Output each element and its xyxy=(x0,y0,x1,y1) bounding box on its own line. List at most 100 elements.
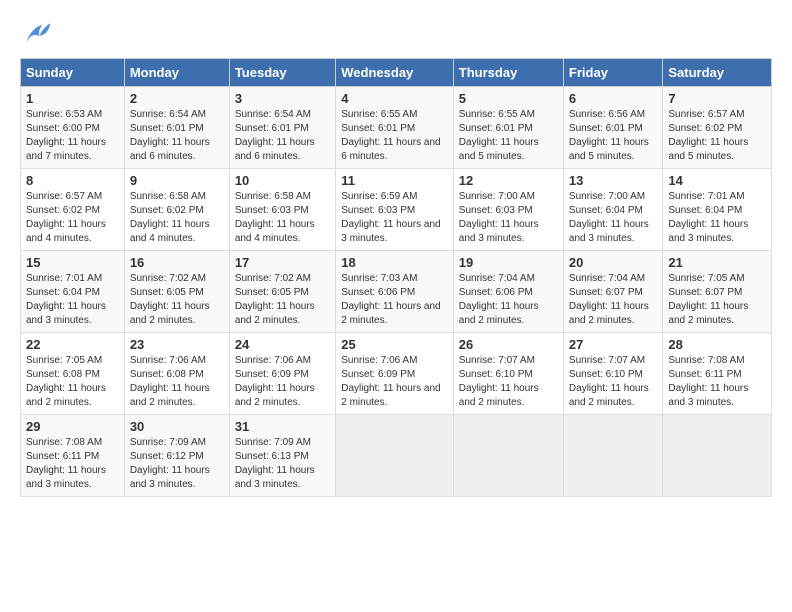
calendar-cell: 13Sunrise: 7:00 AMSunset: 6:04 PMDayligh… xyxy=(563,169,662,251)
calendar-cell: 16 Sunrise: 7:02 AMSunset: 6:05 PMDayligh… xyxy=(124,251,229,333)
day-info: Sunrise: 7:06 AMSunset: 6:08 PMDaylight:… xyxy=(130,354,224,410)
calendar-cell: 19Sunrise: 7:04 AMSunset: 6:06 PMDayligh… xyxy=(453,251,563,333)
day-info: Sunrise: 7:00 AMSunset: 6:03 PMDaylight:… xyxy=(459,190,558,246)
calendar-cell xyxy=(563,415,662,497)
day-number: 25 xyxy=(341,337,448,352)
calendar-cell xyxy=(336,415,454,497)
calendar-cell: 26 Sunrise: 7:07 AMSunset: 6:10 PMDayligh… xyxy=(453,333,563,415)
day-info: Sunrise: 6:58 AMSunset: 6:03 PMDaylight:… xyxy=(235,190,330,246)
day-number: 17 xyxy=(235,255,330,270)
day-number: 12 xyxy=(459,173,558,188)
calendar-cell: 9 Sunrise: 6:58 AMSunset: 6:02 PMDaylight… xyxy=(124,169,229,251)
calendar-cell: 28 Sunrise: 7:08 AMSunset: 6:11 PMDayligh… xyxy=(663,333,772,415)
calendar-cell: 18 Sunrise: 7:03 AMSunset: 6:06 PMDayligh… xyxy=(336,251,454,333)
day-info: Sunrise: 7:09 AMSunset: 6:12 PMDaylight:… xyxy=(130,436,224,492)
day-info: Sunrise: 6:59 AMSunset: 6:03 PMDaylight:… xyxy=(341,190,448,246)
calendar-week-row: 22 Sunrise: 7:05 AMSunset: 6:08 PMDayligh… xyxy=(21,333,772,415)
day-info: Sunrise: 7:07 AMSunset: 6:10 PMDaylight:… xyxy=(459,354,558,410)
day-info: Sunrise: 7:02 AMSunset: 6:05 PMDaylight:… xyxy=(130,272,224,328)
day-number: 7 xyxy=(668,91,766,106)
logo-icon xyxy=(20,20,52,48)
calendar-week-row: 15 Sunrise: 7:01 AMSunset: 6:04 PMDayligh… xyxy=(21,251,772,333)
day-info: Sunrise: 6:56 AMSunset: 6:01 PMDaylight:… xyxy=(569,108,657,164)
day-number: 15 xyxy=(26,255,119,270)
calendar-week-row: 1Sunrise: 6:53 AMSunset: 6:00 PMDaylight… xyxy=(21,87,772,169)
calendar-cell xyxy=(453,415,563,497)
calendar-cell: 6Sunrise: 6:56 AMSunset: 6:01 PMDaylight… xyxy=(563,87,662,169)
day-info: Sunrise: 6:57 AMSunset: 6:02 PMDaylight:… xyxy=(26,190,119,246)
day-info: Sunrise: 6:54 AMSunset: 6:01 PMDaylight:… xyxy=(235,108,330,164)
day-number: 28 xyxy=(668,337,766,352)
calendar-week-row: 8 Sunrise: 6:57 AMSunset: 6:02 PMDaylight… xyxy=(21,169,772,251)
calendar-cell: 31 Sunrise: 7:09 AMSunset: 6:13 PMDayligh… xyxy=(229,415,335,497)
day-info: Sunrise: 7:06 AMSunset: 6:09 PMDaylight:… xyxy=(341,354,448,410)
calendar-cell: 2Sunrise: 6:54 AMSunset: 6:01 PMDaylight… xyxy=(124,87,229,169)
page-header xyxy=(20,20,772,48)
day-info: Sunrise: 7:05 AMSunset: 6:07 PMDaylight:… xyxy=(668,272,766,328)
day-header-thursday: Thursday xyxy=(453,59,563,87)
day-header-saturday: Saturday xyxy=(663,59,772,87)
day-info: Sunrise: 7:08 AMSunset: 6:11 PMDaylight:… xyxy=(668,354,766,410)
day-number: 21 xyxy=(668,255,766,270)
calendar-cell: 29 Sunrise: 7:08 AMSunset: 6:11 PMDayligh… xyxy=(21,415,125,497)
day-info: Sunrise: 7:05 AMSunset: 6:08 PMDaylight:… xyxy=(26,354,119,410)
calendar-cell: 30 Sunrise: 7:09 AMSunset: 6:12 PMDayligh… xyxy=(124,415,229,497)
calendar-table: SundayMondayTuesdayWednesdayThursdayFrid… xyxy=(20,58,772,497)
calendar-cell: 21 Sunrise: 7:05 AMSunset: 6:07 PMDayligh… xyxy=(663,251,772,333)
logo xyxy=(20,20,56,48)
calendar-cell: 25 Sunrise: 7:06 AMSunset: 6:09 PMDayligh… xyxy=(336,333,454,415)
day-info: Sunrise: 7:01 AMSunset: 6:04 PMDaylight:… xyxy=(26,272,119,328)
day-number: 30 xyxy=(130,419,224,434)
day-info: Sunrise: 7:08 AMSunset: 6:11 PMDaylight:… xyxy=(26,436,119,492)
day-info: Sunrise: 7:03 AMSunset: 6:06 PMDaylight:… xyxy=(341,272,448,328)
calendar-cell: 23 Sunrise: 7:06 AMSunset: 6:08 PMDayligh… xyxy=(124,333,229,415)
day-number: 3 xyxy=(235,91,330,106)
day-info: Sunrise: 7:07 AMSunset: 6:10 PMDaylight:… xyxy=(569,354,657,410)
day-info: Sunrise: 6:55 AMSunset: 6:01 PMDaylight:… xyxy=(341,108,448,164)
day-number: 19 xyxy=(459,255,558,270)
day-number: 29 xyxy=(26,419,119,434)
calendar-cell xyxy=(663,415,772,497)
calendar-cell: 5 Sunrise: 6:55 AMSunset: 6:01 PMDaylight… xyxy=(453,87,563,169)
day-info: Sunrise: 7:04 AMSunset: 6:07 PMDaylight:… xyxy=(569,272,657,328)
day-info: Sunrise: 6:55 AMSunset: 6:01 PMDaylight:… xyxy=(459,108,558,164)
calendar-cell: 3 Sunrise: 6:54 AMSunset: 6:01 PMDaylight… xyxy=(229,87,335,169)
day-number: 10 xyxy=(235,173,330,188)
day-number: 1 xyxy=(26,91,119,106)
day-info: Sunrise: 7:00 AMSunset: 6:04 PMDaylight:… xyxy=(569,190,657,246)
day-number: 31 xyxy=(235,419,330,434)
day-number: 9 xyxy=(130,173,224,188)
calendar-cell: 24 Sunrise: 7:06 AMSunset: 6:09 PMDayligh… xyxy=(229,333,335,415)
day-header-wednesday: Wednesday xyxy=(336,59,454,87)
calendar-cell: 17 Sunrise: 7:02 AMSunset: 6:05 PMDayligh… xyxy=(229,251,335,333)
day-info: Sunrise: 7:09 AMSunset: 6:13 PMDaylight:… xyxy=(235,436,330,492)
calendar-cell: 15 Sunrise: 7:01 AMSunset: 6:04 PMDayligh… xyxy=(21,251,125,333)
day-header-sunday: Sunday xyxy=(21,59,125,87)
day-number: 24 xyxy=(235,337,330,352)
day-number: 8 xyxy=(26,173,119,188)
day-number: 5 xyxy=(459,91,558,106)
day-number: 4 xyxy=(341,91,448,106)
day-number: 11 xyxy=(341,173,448,188)
calendar-cell: 22 Sunrise: 7:05 AMSunset: 6:08 PMDayligh… xyxy=(21,333,125,415)
calendar-cell: 27 Sunrise: 7:07 AMSunset: 6:10 PMDayligh… xyxy=(563,333,662,415)
day-number: 14 xyxy=(668,173,766,188)
calendar-cell: 11 Sunrise: 6:59 AMSunset: 6:03 PMDayligh… xyxy=(336,169,454,251)
day-header-friday: Friday xyxy=(563,59,662,87)
calendar-cell: 12 Sunrise: 7:00 AMSunset: 6:03 PMDayligh… xyxy=(453,169,563,251)
calendar-week-row: 29 Sunrise: 7:08 AMSunset: 6:11 PMDayligh… xyxy=(21,415,772,497)
day-number: 27 xyxy=(569,337,657,352)
calendar-cell: 8 Sunrise: 6:57 AMSunset: 6:02 PMDaylight… xyxy=(21,169,125,251)
day-info: Sunrise: 6:58 AMSunset: 6:02 PMDaylight:… xyxy=(130,190,224,246)
day-number: 22 xyxy=(26,337,119,352)
day-number: 23 xyxy=(130,337,224,352)
day-info: Sunrise: 7:02 AMSunset: 6:05 PMDaylight:… xyxy=(235,272,330,328)
day-number: 18 xyxy=(341,255,448,270)
day-number: 16 xyxy=(130,255,224,270)
calendar-cell: 20Sunrise: 7:04 AMSunset: 6:07 PMDayligh… xyxy=(563,251,662,333)
day-info: Sunrise: 7:06 AMSunset: 6:09 PMDaylight:… xyxy=(235,354,330,410)
day-number: 26 xyxy=(459,337,558,352)
day-info: Sunrise: 7:01 AMSunset: 6:04 PMDaylight:… xyxy=(668,190,766,246)
day-header-monday: Monday xyxy=(124,59,229,87)
calendar-cell: 1Sunrise: 6:53 AMSunset: 6:00 PMDaylight… xyxy=(21,87,125,169)
